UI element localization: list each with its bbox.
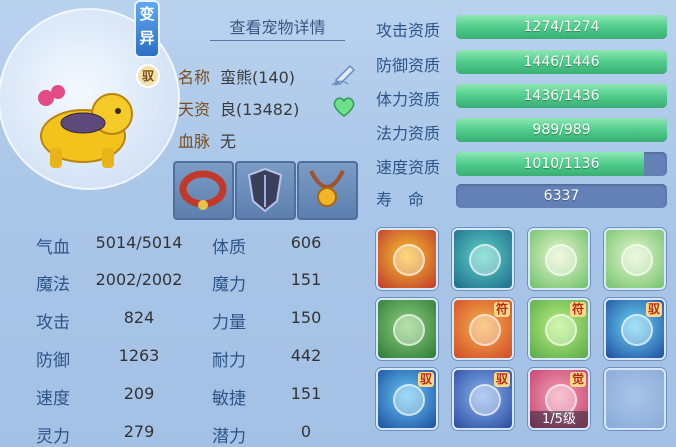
hourglass-skill-icon[interactable]: 符 xyxy=(452,298,514,360)
aptitude-label: 法力资质 xyxy=(376,124,441,143)
attribute-value: 0 xyxy=(300,422,312,441)
equipment-slot-2[interactable] xyxy=(235,161,296,220)
aptitude-value: 1274/1274 xyxy=(523,19,600,35)
aptitude-value: 良(13482) xyxy=(220,100,300,119)
attribute-label: 耐力 xyxy=(212,351,246,371)
pencil-icon[interactable] xyxy=(330,60,360,90)
skill-tag: 符 xyxy=(569,302,586,317)
lifespan-label: 寿 命 xyxy=(376,190,425,209)
stat-value: 2002/2002 xyxy=(95,270,183,289)
skill-glyph xyxy=(393,244,425,276)
attribute-label: 力量 xyxy=(212,313,246,333)
skill-glyph xyxy=(393,314,425,346)
bloodline-label: 血脉 xyxy=(178,132,211,151)
stat-value: 824 xyxy=(123,308,155,327)
aptitude-value: 1010/1136 xyxy=(523,156,600,172)
attribute-label: 敏捷 xyxy=(212,389,246,409)
attribute-label: 魔力 xyxy=(212,275,246,295)
skill-tag: 驭 xyxy=(645,302,662,317)
stat-label: 攻击 xyxy=(36,313,70,333)
aptitude-value: 989/989 xyxy=(532,122,591,138)
aptitude-bar: 989/989 xyxy=(456,118,667,142)
shadow-figure-skill-icon[interactable] xyxy=(452,228,514,290)
name-value: 蛮熊(140) xyxy=(220,68,296,87)
aptitude-value: 1446/1446 xyxy=(523,54,600,70)
empty-skill-slot[interactable] xyxy=(604,368,666,430)
shield-skill-icon[interactable]: 驭 xyxy=(376,368,438,430)
stat-value: 209 xyxy=(123,384,155,403)
equipment-slot-1[interactable] xyxy=(173,161,234,220)
blade-skill-icon[interactable]: 驭 xyxy=(452,368,514,430)
view-pet-details-link[interactable]: 查看宠物详情 xyxy=(210,14,345,41)
skill-glyph xyxy=(545,244,577,276)
armor-icon xyxy=(247,167,283,213)
name-label: 名称 xyxy=(178,68,211,87)
stat-label: 魔法 xyxy=(36,275,70,295)
aptitude-bar: 1446/1446 xyxy=(456,50,667,74)
bind-badge: 驭 xyxy=(136,64,160,88)
spirit-orb-skill-icon[interactable]: 驭 xyxy=(604,298,666,360)
aptitude-label: 防御资质 xyxy=(376,56,441,75)
lifespan-value: 6337 xyxy=(543,188,580,204)
skill-tag: 驭 xyxy=(493,372,510,387)
stat-value: 5014/5014 xyxy=(95,233,183,252)
aptitude-label: 体力资质 xyxy=(376,90,441,109)
aptitude-label: 天资 xyxy=(178,100,211,119)
collar-icon xyxy=(179,170,227,210)
attribute-value: 150 xyxy=(290,308,322,327)
skill-glyph xyxy=(393,384,425,416)
stat-label: 速度 xyxy=(36,389,70,409)
attribute-value: 151 xyxy=(290,384,322,403)
skill-glyph xyxy=(621,244,653,276)
stat-label: 防御 xyxy=(36,351,70,371)
pet-portrait xyxy=(38,85,133,168)
attribute-label: 潜力 xyxy=(212,427,246,447)
skill-glyph xyxy=(469,384,501,416)
equipment-slot-3[interactable] xyxy=(297,161,358,220)
heart-skill-icon[interactable]: 符 xyxy=(528,298,590,360)
necklace-icon xyxy=(309,170,345,207)
aptitude-value: 1436/1436 xyxy=(523,88,600,104)
heart-icon[interactable] xyxy=(332,96,356,122)
attribute-value: 151 xyxy=(290,270,322,289)
aptitude-label: 攻击资质 xyxy=(376,21,441,40)
turtle-skill-icon[interactable] xyxy=(376,298,438,360)
bloodline-value: 无 xyxy=(220,132,237,151)
stat-label: 灵力 xyxy=(36,427,70,447)
stat-value: 1263 xyxy=(118,346,160,365)
skill-tag: 驭 xyxy=(417,372,434,387)
skill-glyph xyxy=(469,244,501,276)
skill-tag: 符 xyxy=(493,302,510,317)
aptitude-bar: 1274/1274 xyxy=(456,15,667,39)
stat-label: 气血 xyxy=(36,238,70,258)
charge-skill-icon[interactable] xyxy=(376,228,438,290)
awaken-skill-icon[interactable]: 觉 1/5级 xyxy=(528,368,590,430)
skill-tag: 觉 xyxy=(569,372,586,387)
skill-glyph xyxy=(469,314,501,346)
water-palm-skill-icon[interactable] xyxy=(604,228,666,290)
skill-glyph xyxy=(621,314,653,346)
mutation-badge-text: 变异 xyxy=(139,5,155,47)
lifespan-bar: 6337 xyxy=(456,184,667,208)
attribute-value: 442 xyxy=(290,346,322,365)
attribute-value: 606 xyxy=(290,233,322,252)
bind-badge-text: 驭 xyxy=(141,69,154,83)
mutation-badge: 变异 xyxy=(134,0,160,58)
attribute-label: 体质 xyxy=(212,238,246,258)
aptitude-label: 速度资质 xyxy=(376,158,441,177)
fire-palm-skill-icon[interactable] xyxy=(528,228,590,290)
skill-glyph xyxy=(545,314,577,346)
aptitude-bar: 1010/1136 xyxy=(456,152,667,176)
stat-value: 279 xyxy=(123,422,155,441)
skill-level-caption: 1/5级 xyxy=(530,411,588,428)
aptitude-bar: 1436/1436 xyxy=(456,84,667,108)
